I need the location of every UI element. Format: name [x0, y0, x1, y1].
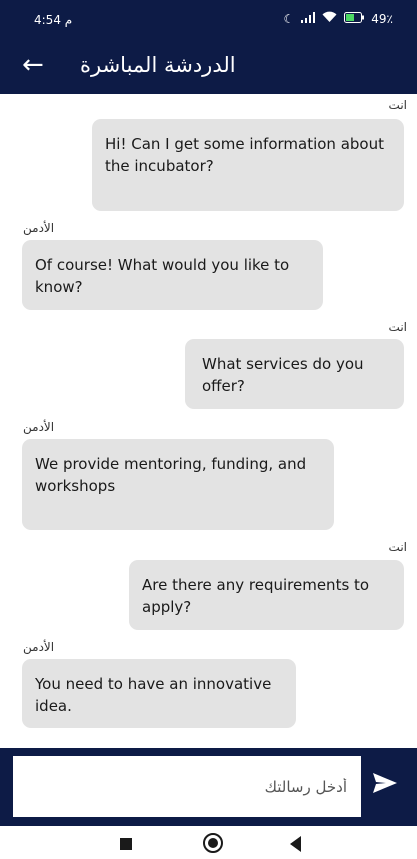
signal-icon	[301, 11, 316, 26]
message-bubble-incoming: You need to have an innovative idea.	[22, 659, 296, 728]
message-text: Of course! What would you like to know?	[35, 256, 290, 296]
message-input[interactable]	[13, 756, 361, 817]
recents-button[interactable]	[120, 838, 132, 850]
message-bubble-incoming: Of course! What would you like to know?	[22, 240, 323, 310]
message-sender: الأدمن	[23, 221, 55, 235]
message-bubble-outgoing: Are there any requirements to apply?	[129, 560, 404, 630]
message-sender: الأدمن	[23, 420, 55, 434]
back-arrow-icon[interactable]: ←	[22, 50, 44, 80]
message-sender: انت	[388, 98, 407, 112]
moon-icon: ☾	[283, 11, 295, 26]
message-text: You need to have an innovative idea.	[35, 675, 272, 715]
page-title: الدردشة المباشرة	[80, 53, 236, 77]
chat-messages[interactable]: انت Hi! Can I get some information about…	[0, 94, 417, 748]
status-bar: 4:54 م ☾ 49٪	[0, 0, 417, 40]
message-text: Are there any requirements to apply?	[142, 576, 370, 616]
system-nav-bar	[0, 826, 417, 859]
message-composer	[0, 748, 417, 826]
status-time: 4:54 م	[34, 13, 73, 27]
message-text: Hi! Can I get some information about the…	[105, 135, 384, 175]
message-bubble-outgoing: What services do you offer?	[185, 339, 404, 409]
wifi-icon	[322, 11, 337, 26]
battery-icon	[344, 11, 365, 26]
system-back-button[interactable]	[290, 836, 301, 852]
message-bubble-incoming: We provide mentoring, funding, and works…	[22, 439, 334, 530]
status-icons: ☾ 49٪	[284, 11, 393, 26]
message-text: We provide mentoring, funding, and works…	[35, 455, 307, 495]
home-button[interactable]	[203, 833, 223, 853]
message-bubble-outgoing: Hi! Can I get some information about the…	[92, 119, 404, 211]
message-text: What services do you offer?	[202, 355, 364, 395]
send-icon[interactable]	[372, 770, 402, 800]
message-sender: انت	[388, 320, 407, 334]
message-sender: الأدمن	[23, 640, 55, 654]
app-bar: ← الدردشة المباشرة	[0, 40, 417, 94]
message-sender: انت	[388, 540, 407, 554]
battery-level: 49٪	[371, 11, 393, 26]
